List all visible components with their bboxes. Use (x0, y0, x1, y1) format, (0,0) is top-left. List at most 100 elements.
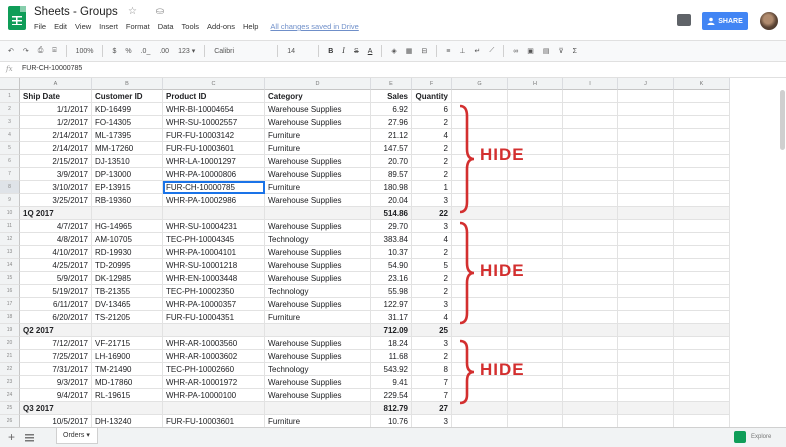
menu-view[interactable]: View (75, 22, 91, 36)
cell[interactable] (92, 402, 163, 415)
cell[interactable]: KD-16499 (92, 103, 163, 116)
cell[interactable]: Furniture (265, 415, 371, 427)
cell[interactable]: MM-17260 (92, 142, 163, 155)
empty-cell[interactable] (563, 207, 618, 220)
cell[interactable]: Warehouse Supplies (265, 246, 371, 259)
empty-cell[interactable] (563, 168, 618, 181)
cell[interactable]: WHR-PA-10000357 (163, 298, 265, 311)
empty-cell[interactable] (563, 259, 618, 272)
group-label-cell[interactable]: 1Q 2017 (20, 207, 92, 220)
bold-button[interactable]: B (328, 48, 333, 55)
row-number[interactable]: 11 (0, 220, 20, 233)
cell[interactable]: 5/9/2017 (20, 272, 92, 285)
insert-chart-icon[interactable]: ▤ (543, 47, 550, 55)
empty-cell[interactable] (508, 311, 563, 324)
cell[interactable]: WHR-AR-10001972 (163, 376, 265, 389)
column-title-cell[interactable]: Category (265, 90, 371, 103)
star-and-folder-icons[interactable]: ☆ ⛀ (128, 6, 172, 17)
cell[interactable]: Technology (265, 285, 371, 298)
cell[interactable]: 5/19/2017 (20, 285, 92, 298)
empty-cell[interactable] (563, 311, 618, 324)
column-header[interactable]: E (371, 78, 412, 90)
cell[interactable]: 3 (412, 220, 452, 233)
cell[interactable]: 7/12/2017 (20, 337, 92, 350)
cell[interactable]: Furniture (265, 181, 371, 194)
row-number[interactable]: 26 (0, 415, 20, 427)
cell[interactable]: 31.17 (371, 311, 412, 324)
cell[interactable]: 2 (412, 272, 452, 285)
cell[interactable]: 2 (412, 246, 452, 259)
column-header[interactable]: H (508, 78, 563, 90)
cell[interactable]: HG-14965 (92, 220, 163, 233)
cell[interactable]: 7/25/2017 (20, 350, 92, 363)
menu-insert[interactable]: Insert (99, 22, 118, 36)
cell[interactable]: Technology (265, 363, 371, 376)
cell[interactable]: Furniture (265, 129, 371, 142)
row-number[interactable]: 22 (0, 363, 20, 376)
sheets-logo-icon[interactable] (8, 6, 26, 30)
cell[interactable]: 27 (412, 402, 452, 415)
group-label-cell[interactable]: Q3 2017 (20, 402, 92, 415)
cell[interactable]: 5 (412, 259, 452, 272)
cell[interactable]: 1/1/2017 (20, 103, 92, 116)
cell[interactable]: TD-20995 (92, 259, 163, 272)
column-header[interactable]: G (452, 78, 508, 90)
horizontal-align-icon[interactable]: ≡ (446, 48, 450, 55)
select-all-corner[interactable] (0, 78, 20, 90)
empty-cell[interactable] (508, 103, 563, 116)
empty-cell[interactable] (563, 116, 618, 129)
cell[interactable]: 4 (412, 233, 452, 246)
row-number[interactable]: 1 (0, 90, 20, 103)
cell[interactable]: WHR-AR-10003602 (163, 350, 265, 363)
cell[interactable]: 18.24 (371, 337, 412, 350)
row-number[interactable]: 10 (0, 207, 20, 220)
empty-cell[interactable] (674, 363, 730, 376)
empty-cell[interactable] (618, 337, 674, 350)
empty-cell[interactable] (563, 272, 618, 285)
cell[interactable] (163, 207, 265, 220)
row-number[interactable]: 7 (0, 168, 20, 181)
empty-cell[interactable] (674, 272, 730, 285)
cell[interactable]: WHR-SU-10001218 (163, 259, 265, 272)
cell[interactable]: 4/7/2017 (20, 220, 92, 233)
row-number[interactable]: 24 (0, 389, 20, 402)
empty-cell[interactable] (563, 376, 618, 389)
column-header[interactable]: A (20, 78, 92, 90)
empty-cell[interactable] (563, 220, 618, 233)
cell[interactable]: 9.41 (371, 376, 412, 389)
cell[interactable]: TM-21490 (92, 363, 163, 376)
cell[interactable] (163, 324, 265, 337)
insert-link-icon[interactable]: ∞ (513, 48, 518, 55)
empty-cell[interactable] (674, 324, 730, 337)
cell[interactable]: DH-13240 (92, 415, 163, 427)
cell[interactable]: 383.84 (371, 233, 412, 246)
column-title-cell[interactable]: Ship Date (20, 90, 92, 103)
empty-cell[interactable] (508, 337, 563, 350)
cell[interactable]: 4/8/2017 (20, 233, 92, 246)
empty-cell[interactable] (674, 220, 730, 233)
cell[interactable]: 6 (412, 103, 452, 116)
cell[interactable]: 10/5/2017 (20, 415, 92, 427)
italic-button[interactable]: I (342, 47, 345, 55)
cell[interactable]: RB-19360 (92, 194, 163, 207)
cell[interactable]: 10.76 (371, 415, 412, 427)
cell[interactable]: 3 (412, 298, 452, 311)
row-number[interactable]: 25 (0, 402, 20, 415)
menu-format[interactable]: Format (126, 22, 150, 36)
cell[interactable]: DP-13000 (92, 168, 163, 181)
print-icon[interactable]: ⎙ (38, 47, 44, 55)
functions-icon[interactable]: Σ (573, 48, 577, 55)
empty-cell[interactable] (563, 337, 618, 350)
empty-cell[interactable] (508, 90, 563, 103)
cell[interactable]: WHR-LA-10001297 (163, 155, 265, 168)
cell[interactable]: 543.92 (371, 363, 412, 376)
empty-cell[interactable] (618, 207, 674, 220)
cell[interactable]: 6/20/2017 (20, 311, 92, 324)
cell[interactable]: 3 (412, 337, 452, 350)
empty-cell[interactable] (508, 194, 563, 207)
empty-cell[interactable] (674, 415, 730, 427)
empty-cell[interactable] (563, 233, 618, 246)
cell[interactable]: TS-21205 (92, 311, 163, 324)
empty-cell[interactable] (563, 298, 618, 311)
cell[interactable]: 3/25/2017 (20, 194, 92, 207)
